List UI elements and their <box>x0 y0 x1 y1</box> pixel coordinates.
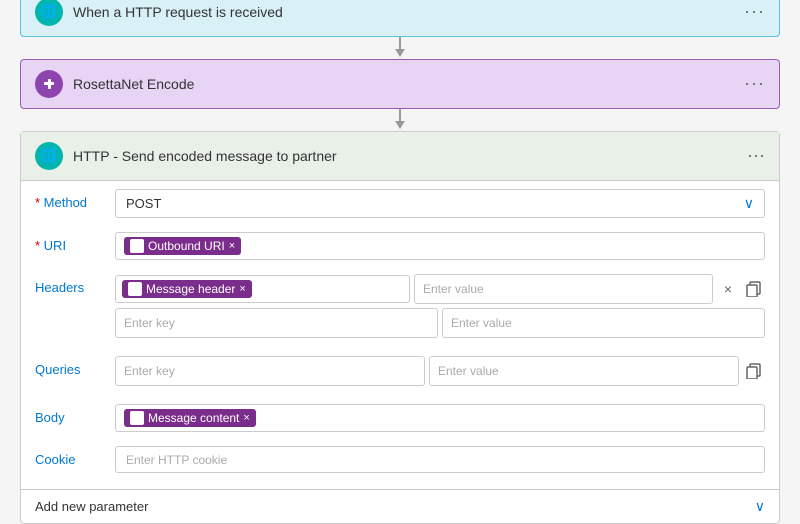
step3-ellipsis[interactable]: ··· <box>747 145 765 166</box>
header-actions-1: × <box>717 278 765 300</box>
header-tag-close-icon[interactable]: × <box>239 283 245 295</box>
header-row-2: Enter key Enter value <box>115 308 765 338</box>
method-select[interactable]: POST ∨ <box>115 189 765 218</box>
add-param-row[interactable]: Add new parameter ∨ <box>21 489 779 523</box>
method-field: POST ∨ <box>115 189 765 218</box>
header-val-placeholder-2: Enter value <box>451 316 512 330</box>
headers-row: Headers Message header × <box>21 266 779 344</box>
method-value: POST <box>126 196 161 211</box>
uri-label: URI <box>35 232 115 253</box>
headers-area: Message header × Enter value × <box>115 274 765 338</box>
cookie-label: Cookie <box>35 446 115 467</box>
header-tag-icon <box>128 282 142 296</box>
headers-label: Headers <box>35 274 115 295</box>
globe-icon: 🌐 <box>40 3 57 20</box>
cookie-input[interactable]: Enter HTTP cookie <box>115 446 765 473</box>
body-tag-field[interactable]: Message content × <box>115 404 765 432</box>
arrow1 <box>391 37 409 59</box>
query-key-input[interactable]: Enter key <box>115 356 425 386</box>
tag-purple-icon <box>130 238 144 254</box>
arrow2 <box>391 109 409 131</box>
header-key-input-2[interactable]: Enter key <box>115 308 438 338</box>
add-param-chevron-icon: ∨ <box>755 498 765 515</box>
workflow-canvas: 🌐 When a HTTP request is received ··· Ro… <box>20 0 780 524</box>
step2-block: RosettaNet Encode ··· <box>20 59 780 109</box>
globe2-icon: 🌐 <box>40 147 57 164</box>
queries-row: Queries Enter key Enter value <box>21 348 779 392</box>
query-val-input[interactable]: Enter value <box>429 356 739 386</box>
cookie-row: Cookie Enter HTTP cookie <box>21 438 779 479</box>
step3-icon: 🌐 <box>35 142 63 170</box>
body-tag-close-icon[interactable]: × <box>243 412 249 424</box>
step3-header: 🌐 HTTP - Send encoded message to partner… <box>21 132 779 181</box>
query-val-placeholder: Enter value <box>438 364 499 378</box>
body-field: Message content × <box>115 404 765 432</box>
add-param-text: Add new parameter <box>35 499 148 514</box>
header-copy-icon[interactable] <box>743 278 765 300</box>
uri-field: Outbound URI × <box>115 232 765 260</box>
method-label: Method <box>35 189 115 210</box>
step3-block: 🌐 HTTP - Send encoded message to partner… <box>20 131 780 524</box>
step2-icon <box>35 70 63 98</box>
header-key-tag-cell[interactable]: Message header × <box>115 275 410 303</box>
method-row: Method POST ∨ <box>21 181 779 224</box>
body-label: Body <box>35 404 115 425</box>
cookie-field: Enter HTTP cookie <box>115 446 765 473</box>
header-val-placeholder-1: Enter value <box>423 282 484 296</box>
header-purple-icon <box>128 281 142 297</box>
header-tag[interactable]: Message header × <box>122 280 252 298</box>
headers-field: Message header × Enter value × <box>115 274 765 338</box>
uri-tag-close-icon[interactable]: × <box>229 240 235 252</box>
uri-tag-icon <box>130 239 144 253</box>
query-copy-icon[interactable] <box>743 360 765 382</box>
uri-row: URI Outbound URI × <box>21 224 779 266</box>
cookie-placeholder: Enter HTTP cookie <box>126 453 227 467</box>
step2-title: RosettaNet Encode <box>73 76 744 92</box>
header-row-1: Message header × Enter value × <box>115 274 765 304</box>
queries-inputs: Enter key Enter value <box>115 356 765 386</box>
uri-tag-text: Outbound URI <box>148 239 225 253</box>
body-tag[interactable]: Message content × <box>124 409 256 427</box>
header-val-input-1[interactable]: Enter value <box>414 274 713 304</box>
step2-ellipsis[interactable]: ··· <box>744 73 765 94</box>
step3-title: HTTP - Send encoded message to partner <box>73 148 747 164</box>
chevron-down-icon: ∨ <box>744 195 754 212</box>
step1-ellipsis[interactable]: ··· <box>744 1 765 22</box>
body-purple-icon <box>130 410 144 426</box>
step1-icon: 🌐 <box>35 0 63 26</box>
queries-label: Queries <box>35 356 115 377</box>
query-key-placeholder: Enter key <box>124 364 175 378</box>
uri-tag-field[interactable]: Outbound URI × <box>115 232 765 260</box>
step3-form: Method POST ∨ URI <box>21 181 779 485</box>
body-tag-text: Message content <box>148 411 239 425</box>
header-delete-icon[interactable]: × <box>717 278 739 300</box>
step1-title: When a HTTP request is received <box>73 4 744 20</box>
body-row: Body Message content × <box>21 396 779 438</box>
body-tag-icon <box>130 411 144 425</box>
uri-tag[interactable]: Outbound URI × <box>124 237 241 255</box>
step1-block: 🌐 When a HTTP request is received ··· <box>20 0 780 37</box>
header-key-placeholder-2: Enter key <box>124 316 175 330</box>
header-tag-text: Message header <box>146 282 235 296</box>
queries-field: Enter key Enter value <box>115 356 765 386</box>
header-val-input-2[interactable]: Enter value <box>442 308 765 338</box>
rosetta-icon <box>41 76 57 92</box>
